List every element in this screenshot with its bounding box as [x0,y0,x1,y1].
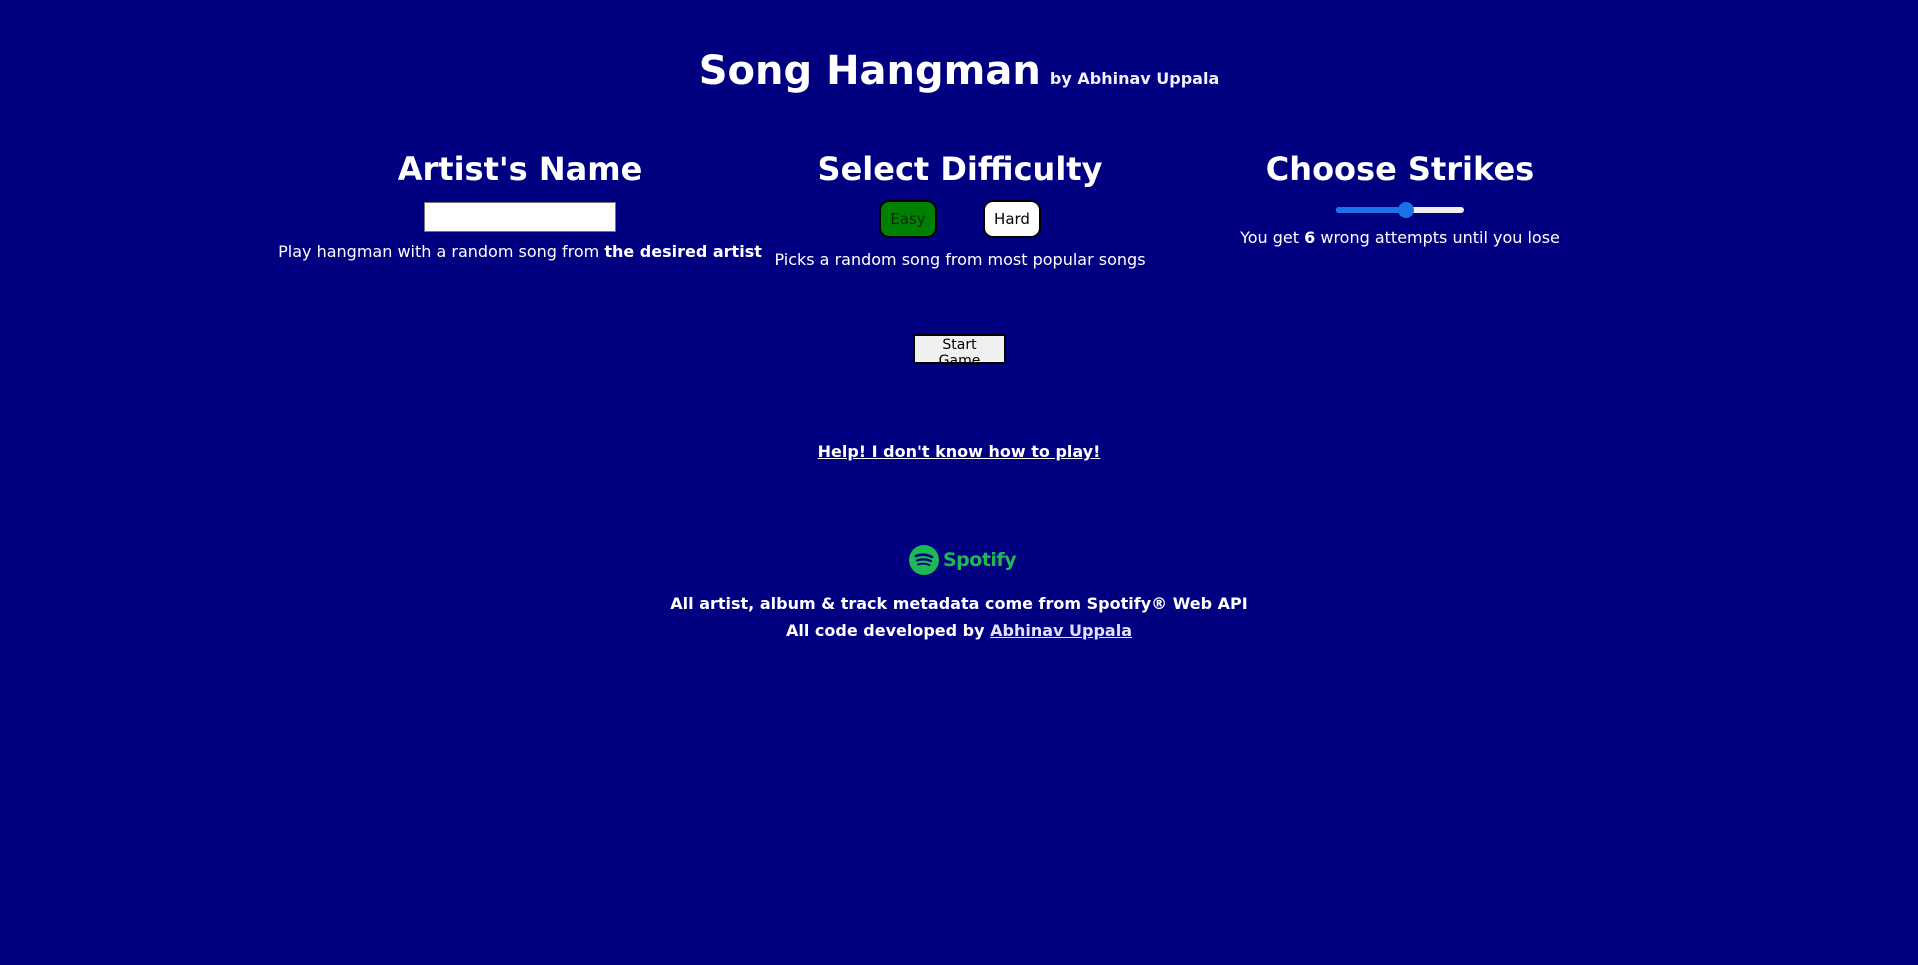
artist-section: Artist's Name Play hangman with a random… [270,150,770,261]
strikes-heading: Choose Strikes [1265,150,1535,188]
spotify-waves-icon [914,553,934,566]
page: Song Hangman by Abhinav Uppala Artist's … [0,0,1918,965]
spotify-logo: Spotify [909,545,1017,575]
artist-name-input[interactable] [424,202,616,232]
artist-heading: Artist's Name [397,150,643,188]
difficulty-buttons: Easy Hard [710,200,1210,238]
help-link[interactable]: Help! I don't know how to play! [818,442,1101,461]
page-title: Song Hangman [698,48,1041,94]
strikes-desc-prefix: You get [1240,228,1305,247]
footer-credit-text: All code developed by [786,621,991,640]
strikes-section: Choose Strikes You get 6 wrong attempts … [1150,150,1650,247]
footer-line-2: All code developed by Abhinav Uppala [0,617,1918,644]
start-game-button[interactable]: Start Game [913,334,1006,369]
byline: by Abhinav Uppala [1049,69,1220,88]
difficulty-heading: Select Difficulty [817,150,1103,188]
artist-description: Play hangman with a random song from the… [270,242,770,261]
author-link[interactable]: Abhinav Uppala [990,621,1132,640]
footer-line-1: All artist, album & track metadata come … [670,594,1248,613]
hard-button[interactable]: Hard [983,200,1041,238]
slider-fill [1336,207,1407,213]
artist-desc-text: Play hangman with a random song from [278,242,605,261]
help-section: Help! I don't know how to play! [0,442,1918,461]
strikes-desc-suffix: wrong attempts until you lose [1315,228,1560,247]
easy-button[interactable]: Easy [879,200,937,238]
footer: All artist, album & track metadata come … [0,590,1918,644]
slider-thumb[interactable] [1398,202,1415,218]
header: Song Hangman by Abhinav Uppala [0,48,1918,94]
spotify-wordmark: Spotify [943,549,1017,571]
strikes-description: You get 6 wrong attempts until you lose [1150,228,1650,247]
strikes-count: 6 [1304,228,1316,247]
difficulty-section: Select Difficulty Easy Hard Picks a rand… [710,150,1210,269]
strikes-slider[interactable] [1336,202,1464,218]
difficulty-description: Picks a random song from most popular so… [774,250,1146,269]
spotify-icon [909,545,939,575]
